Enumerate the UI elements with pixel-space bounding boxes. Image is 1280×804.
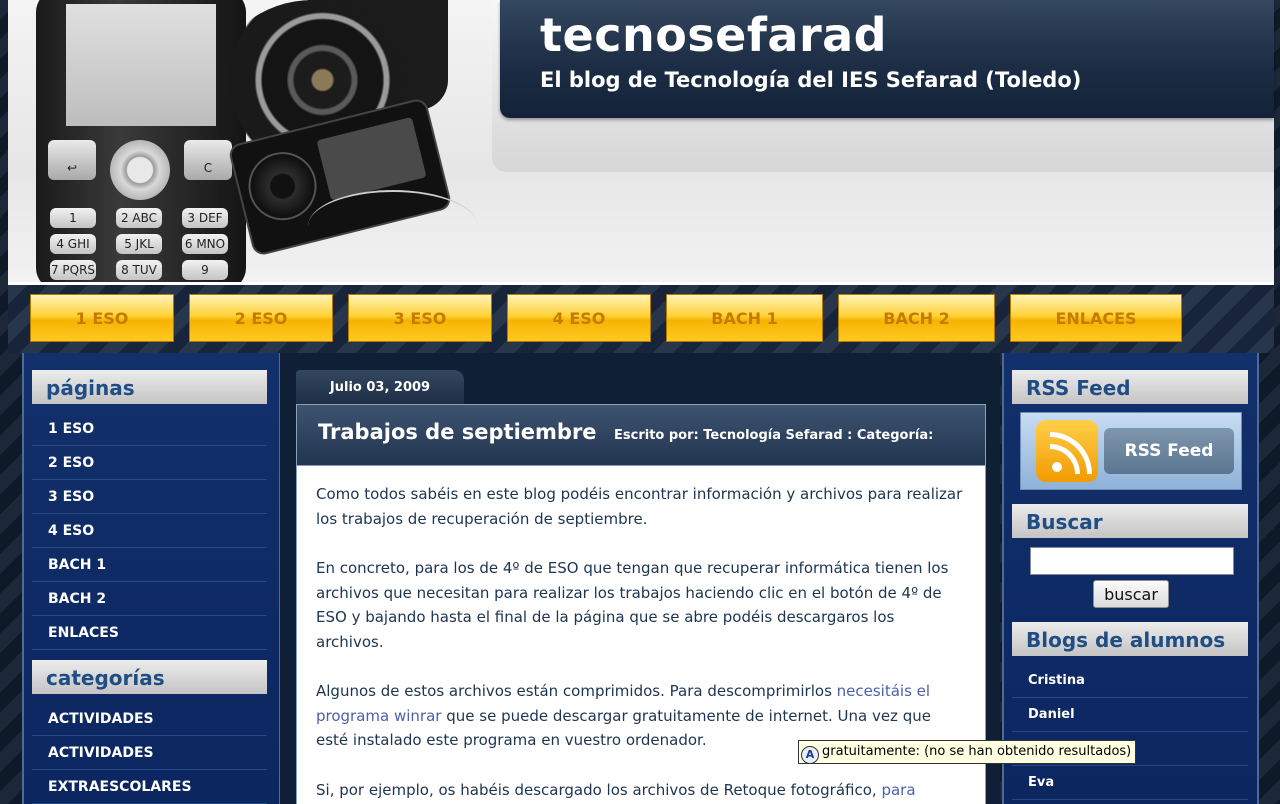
phone-key: 8 TUV [116,260,162,280]
post-title[interactable]: Trabajos de septiembre [318,420,597,444]
phone-key: 3 DEF [182,208,228,228]
tooltip-text: gratuitamente: (no se han obtenido resul… [822,744,1132,759]
earphones-image [308,190,478,262]
mp3-wheel [243,147,322,225]
category-item[interactable]: ACTIVIDADES [32,702,267,736]
blogs-widget-title: Blogs de alumnos [1012,622,1248,656]
site-title[interactable]: tecnosefarad [540,8,887,62]
blog-item[interactable]: Eva [1012,766,1248,800]
phone-key: 1 [50,208,96,228]
paragraph-text: Algunos de estos archivos están comprimi… [316,682,837,700]
sidebar-item-1eso[interactable]: 1 ESO [32,412,267,446]
post-paragraph: En concreto, para los de 4º de ESO que t… [316,559,949,651]
phone-softkey-right: C [184,140,232,180]
search-input[interactable] [1030,547,1234,575]
sidebar-item-enlaces[interactable]: ENLACES [32,616,267,650]
category-item[interactable]: EXTRAESCOLARES [32,770,267,804]
blog-item[interactable]: Cristina [1012,664,1248,698]
phone-key: 6 MNO [182,234,228,254]
search-widget-title: Buscar [1012,504,1248,538]
nav-enlaces-button[interactable]: ENLACES [1010,294,1182,342]
phone-screen [66,4,216,126]
nav-1eso-button[interactable]: 1 ESO [30,294,174,342]
sidebar-item-bach1[interactable]: BACH 1 [32,548,267,582]
post-paragraph: Como todos sabéis en este blog podéis en… [316,485,963,528]
site-subtitle: El blog de Tecnología del IES Sefarad (T… [540,68,1082,92]
phone-dpad [110,140,170,200]
phone-key: 2 ABC [116,208,162,228]
rss-icon-dot [1052,462,1062,472]
phone-key: 9 WXYZ [182,260,228,280]
post-paragraph: Si, por ejemplo, os habéis descargado lo… [316,778,966,803]
rss-widget-title: RSS Feed [1012,370,1248,404]
rss-feed-label[interactable]: RSS Feed [1104,428,1234,474]
post-link[interactable]: para [881,781,915,799]
categories-widget-title: categorías [32,660,267,694]
phone-key: 5 JKL [116,234,162,254]
paragraph-text: Si, por ejemplo, os habéis descargado lo… [316,781,882,799]
nav-4eso-button[interactable]: 4 ESO [507,294,651,342]
nav-2eso-button[interactable]: 2 ESO [189,294,333,342]
blog-item[interactable]: Daniel [1012,698,1248,732]
sidebar-item-4eso[interactable]: 4 ESO [32,514,267,548]
post-meta: Escrito por: Tecnología Sefarad : Catego… [614,428,934,443]
category-item[interactable]: ACTIVIDADES [32,736,267,770]
sidebar-item-3eso[interactable]: 3 ESO [32,480,267,514]
phone-softkey-left: ↩ [48,140,96,180]
pages-widget-title: páginas [32,370,267,404]
phone-key: 4 GHI [50,234,96,254]
sidebar-item-2eso[interactable]: 2 ESO [32,446,267,480]
spellcheck-tooltip: Agratuitamente: (no se han obtenido resu… [798,740,1137,764]
sidebar-item-bach2[interactable]: BACH 2 [32,582,267,616]
spellcheck-icon: A [801,746,819,764]
nav-3eso-button[interactable]: 3 ESO [348,294,492,342]
phone-key: 7 PQRS [50,260,96,280]
nav-bach2-button[interactable]: BACH 2 [838,294,995,342]
post-date: Julio 03, 2009 [296,370,464,404]
mp3-screen [316,116,427,201]
nav-bach1-button[interactable]: BACH 1 [666,294,823,342]
mobile-phone-image: ↩ C 1 2 ABC 3 DEF 4 GHI 5 JKL 6 MNO 7 PQ… [36,0,246,282]
search-button[interactable]: buscar [1093,580,1169,608]
